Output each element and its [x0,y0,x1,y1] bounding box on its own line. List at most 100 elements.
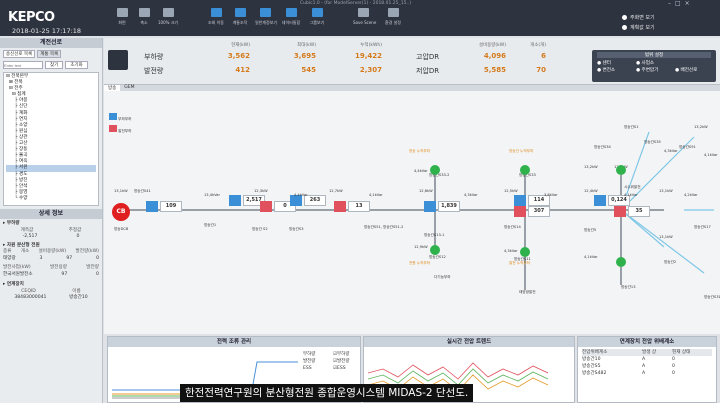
device-node[interactable] [594,195,606,206]
diagram-label: 방송간S3 [289,227,304,231]
search-button[interactable]: 찾기 [45,61,64,69]
switch-icon[interactable] [616,257,626,267]
table-row[interactable]: 방송간S5 A 0 [582,363,712,370]
circuit-breaker[interactable]: CB [112,203,130,221]
diagram-measure: 13,4kVar [204,193,220,197]
device-node[interactable] [260,201,272,212]
diagram-measure: 4,3kVar [664,149,678,153]
switch-icon[interactable] [520,247,530,257]
dg-row: 태양광 3 97 0 [3,255,99,261]
power-flow-title: 전력 조류 관리 [108,337,360,347]
diagram-label: 방송간S51, 방송간S51-2 [364,225,404,229]
diagram-label: 방송간5 [584,228,597,232]
legend-center[interactable]: ● 센터 [597,60,633,66]
accumulated-load-label: 발전 누적부하 [509,261,530,265]
reset-button[interactable]: 초기화 [65,61,88,69]
summary-header: 현재(kW) 최대(kW) 누적(kWh) 부하량 3,562 3,695 19,422 … [104,38,720,84]
device-node[interactable] [146,201,158,212]
switch-icon[interactable] [520,165,530,175]
settings-button[interactable]: 환경 설정 [383,8,403,28]
group-button[interactable]: 그룹보기 [307,8,327,28]
switch-icon[interactable] [616,165,626,175]
save-scene-button[interactable]: Save Scene [353,8,376,28]
range-legend: 범위 설정 ● 센터 ● 사업소 ● 변전소 ● 주변압기 ● 배전선로 [592,50,716,82]
device-node[interactable] [424,201,436,212]
device-violation-title: 연계장치 전압 위배계소 [578,337,716,347]
diagram-label: 방송간S14 [504,225,521,229]
diagram-label: 방송간S35 [644,140,661,144]
window-controls[interactable]: –□× [668,0,694,7]
tree-item[interactable]: └ 수양 [6,196,96,202]
voltage-trend-title: 실시간 전압 트렌드 [364,337,574,347]
data-button[interactable]: 데이터통합 [281,8,301,28]
legend-substation[interactable]: ● 변전소 [597,67,633,73]
power-flow-legend: 부하량 발전량 ESS [303,352,316,371]
filter-row: 찾기 초기화 [0,60,102,70]
node-value: 35 [628,206,650,217]
diagram-label: 방송간S12 [429,255,446,259]
node-value: 1,839 [438,201,460,212]
device-node[interactable] [514,195,526,206]
kepco-logo: KEPCO [8,10,55,25]
single-line-diagram[interactable]: 방송 GEM CB 부하부하 발전부하 109 2,517 0 263 13 1,839 1… [104,84,720,334]
detail-title: 상세 정보 [0,209,102,219]
diagram-label: 방송간S41 [134,189,151,193]
power-flow-checks[interactable]: ☑부하량 ☑발전량 ☑ESS [333,351,349,372]
line-tree[interactable]: ⊟ 전북본부 ⊞ 전북 ⊟ 전주 ⊟ 접계 ├ 야봉 ├ 신단 ├ 계화 ├ 연… [3,72,99,206]
legend-transformer[interactable]: ● 주변압기 [636,67,672,73]
diagram-measure: 4,2kVar [684,193,698,197]
move-button[interactable]: 조회 이동 [206,8,226,28]
diagram-measure: 13,1kW [114,189,128,193]
radio-main-view[interactable]: 주화면 보기 [622,14,655,21]
radio-icon [622,15,627,20]
tab-lines[interactable]: 송신선로 목록 [3,50,36,58]
network-button[interactable]: 계통조작 [230,8,250,28]
diagram-label: 방송간2 [664,260,677,264]
legend-office[interactable]: ● 사업소 [636,60,672,66]
window-title: Cubic1.0 - (for ModelServer(1) - 2018.01… [300,1,412,6]
diagram-measure: 12,4kW [584,189,598,193]
device-node[interactable] [514,206,526,217]
table-row[interactable]: 방송간10 A 0 [582,356,712,363]
node-value: 307 [528,206,550,217]
legend-line[interactable]: ● 배전선로 [675,67,711,73]
filter-input[interactable] [3,61,43,69]
diagram-label: 다기능부하 [434,275,451,279]
device-table-header: 전압위배계소 발생 상 현재 상태 [582,349,712,356]
diagram-measure: 12,6kW [419,189,433,193]
data-icon [285,8,297,17]
node-value: 109 [160,201,182,212]
load-summary-table: 현재(kW) 최대(kW) 누적(kWh) 부하량 3,562 3,695 19,422 … [144,43,382,75]
account-button[interactable]: 일반계정보기 [255,8,277,28]
zoom-button[interactable]: 화면 [112,8,132,28]
table-row[interactable]: 방송간S482 A 0 [582,370,712,377]
dr-high-row: 고압DR 4,096 6 [416,52,546,61]
diagram-measure: 13,1kW [659,189,673,193]
device-node[interactable] [614,206,626,217]
settings-icon [387,8,399,17]
diagram-measure: 13,1kW [659,235,673,239]
accumulated-load-label: 전원 누적부하 [409,261,430,265]
zoom-out-button[interactable]: 축소 [134,8,154,28]
dg-row2: 한국서원발전소 97 0 [3,271,99,277]
left-panel: 계전선로 송신선로 목록 계통 목록 찾기 초기화 ⊟ 전북본부 ⊞ 전북 ⊟ … [0,38,103,403]
fit-button[interactable]: 100% 크기 [158,8,178,28]
diagram-measure: 4,3kVar [504,249,518,253]
diagram-measure: 3,8kVar [544,193,558,197]
diagram-label: 방송간S91 [679,145,696,149]
diagram-measure: 4,1kVar [584,255,598,259]
diagram-label: 방송간S13-1 [424,233,445,237]
switch-icon[interactable] [430,245,440,255]
device-node[interactable] [229,195,241,206]
datetime-display: 2018-01-25 17:17:18 [12,27,82,35]
diagram-label: 방송간13 [621,285,636,289]
dev-row: 38483000041 방송간10 [14,295,88,300]
diagram-measure: 4,4kVar [414,169,428,173]
switch-icon[interactable] [430,165,440,175]
network-icon [234,8,246,17]
radio-plan-view[interactable]: 계획값 보기 [622,24,655,31]
tab-system[interactable]: 계통 목록 [37,50,62,58]
diagram-measure: 12,5kW [504,189,518,193]
diagram-measure: 12,3kW [254,189,268,193]
device-node[interactable] [334,201,346,212]
